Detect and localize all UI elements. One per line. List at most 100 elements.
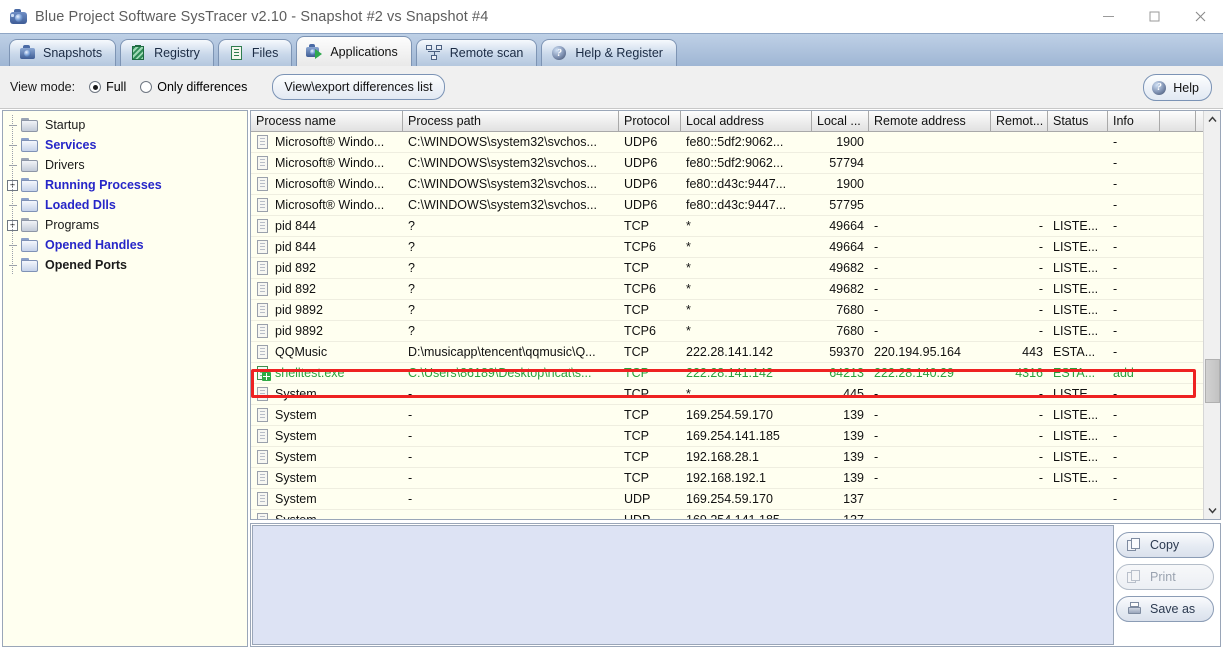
- table-cell: 222.28.140.29: [874, 366, 954, 380]
- column-header[interactable]: Process path: [403, 111, 619, 131]
- column-header[interactable]: Process name: [251, 111, 403, 131]
- maximize-button[interactable]: [1131, 0, 1177, 33]
- column-header[interactable]: Local address: [681, 111, 812, 131]
- table-cell: TCP: [624, 429, 649, 443]
- process-name-text: System: [275, 492, 317, 506]
- help-button[interactable]: ? Help: [1143, 74, 1212, 101]
- table-cell: ?: [408, 261, 415, 275]
- table-row[interactable]: Microsoft® Windo... C:\WINDOWS\system32\s…: [251, 132, 1220, 153]
- tree-item-label: Drivers: [45, 158, 85, 172]
- tab-snapshots[interactable]: Snapshots: [9, 39, 117, 66]
- scroll-down-arrow[interactable]: [1204, 502, 1220, 519]
- tab-help-register[interactable]: ? Help & Register: [541, 39, 677, 66]
- table-row[interactable]: pid 9892? TCP * 7680- - LISTE... -: [251, 300, 1220, 321]
- table-row[interactable]: pid 9892? TCP6 * 7680- - LISTE... -: [251, 321, 1220, 342]
- table-row[interactable]: System - TCP 169.254.141.185 139- - LISTE... -: [251, 426, 1220, 447]
- process-name-text: System: [275, 450, 317, 464]
- table-cell: -: [1038, 408, 1043, 422]
- table-cell: 1900: [836, 135, 864, 149]
- tab-remote-scan[interactable]: Remote scan: [415, 39, 538, 66]
- table-row[interactable]: pid 844? TCP * 49664- - LISTE... -: [251, 216, 1220, 237]
- table-row[interactable]: System - UDP 169.254.141.185 137 -: [251, 510, 1220, 519]
- table-row[interactable]: Microsoft® Windo... C:\WINDOWS\system32\s…: [251, 195, 1220, 216]
- table-cell: fe80::d43c:9447...: [686, 198, 787, 212]
- table-cell: -: [1113, 303, 1118, 317]
- table-row[interactable]: pid 892? TCP6 * 49682- - LISTE... -: [251, 279, 1220, 300]
- table-row[interactable]: System - UDP 169.254.59.170 137 -: [251, 489, 1220, 510]
- column-header[interactable]: Status: [1048, 111, 1108, 131]
- tree-item-drivers[interactable]: Drivers: [3, 155, 247, 175]
- table-row[interactable]: QQMusic D:\musicapp\tencent\qqmusic\Q... T…: [251, 342, 1220, 363]
- camera-icon: [19, 45, 36, 61]
- details-pane: Copy Print Save as: [250, 523, 1221, 647]
- minimize-button[interactable]: [1085, 0, 1131, 33]
- column-header[interactable]: Info: [1108, 111, 1160, 131]
- column-header[interactable]: Remot...: [991, 111, 1048, 131]
- tree-item-opened-handles[interactable]: Opened Handles: [3, 235, 247, 255]
- table-cell: fe80::5df2:9062...: [686, 135, 784, 149]
- table-cell: -: [874, 303, 879, 317]
- table-cell: -: [874, 471, 879, 485]
- save-as-button[interactable]: Save as: [1116, 596, 1214, 622]
- table-cell: System: [251, 491, 403, 507]
- tree-item-loaded-dlls[interactable]: Loaded Dlls: [3, 195, 247, 215]
- radio-only-differences[interactable]: Only differences: [140, 80, 247, 94]
- radio-full[interactable]: Full: [89, 80, 126, 94]
- table-cell: -: [1038, 429, 1043, 443]
- tree-item-running-processes[interactable]: +Running Processes: [3, 175, 247, 195]
- process-name-text: pid 892: [275, 261, 317, 275]
- print-button[interactable]: Print: [1116, 564, 1214, 590]
- table-cell: 169.254.141.185: [686, 429, 780, 443]
- table-cell: pid 9892: [251, 302, 403, 318]
- scroll-up-arrow[interactable]: [1204, 111, 1220, 128]
- table-cell: System: [251, 512, 403, 519]
- tab-files[interactable]: Files: [217, 39, 293, 66]
- process-name-text: Microsoft® Windo...: [275, 156, 385, 170]
- tree-item-label: Programs: [45, 218, 100, 232]
- tree-item-services[interactable]: Services: [3, 135, 247, 155]
- table-cell: pid 892: [251, 281, 403, 297]
- copy-label: Copy: [1150, 538, 1180, 552]
- file-icon: [256, 155, 269, 171]
- table-cell: 1900: [836, 177, 864, 191]
- file-icon: [256, 512, 269, 519]
- file-icon: [256, 281, 269, 297]
- table-cell: 443: [1022, 345, 1043, 359]
- folder-icon: [21, 258, 39, 272]
- table-row[interactable]: System - TCP 192.168.28.1 139- - LISTE... -: [251, 447, 1220, 468]
- column-header[interactable]: [1160, 111, 1196, 131]
- column-header[interactable]: Protocol: [619, 111, 681, 131]
- column-header[interactable]: Remote address: [869, 111, 991, 131]
- column-header[interactable]: Local ...: [812, 111, 869, 131]
- table-row[interactable]: pid 892? TCP * 49682- - LISTE... -: [251, 258, 1220, 279]
- table-cell: 59370: [829, 345, 864, 359]
- printer-icon: [1127, 569, 1143, 585]
- table-cell: Microsoft® Windo...: [251, 134, 403, 150]
- tree-item-startup[interactable]: Startup: [3, 115, 247, 135]
- tree-item-programs[interactable]: +Programs: [3, 215, 247, 235]
- window-controls: [1085, 0, 1223, 33]
- tree-item-opened-ports[interactable]: Opened Ports: [3, 255, 247, 275]
- tab-applications[interactable]: Applications: [296, 36, 412, 66]
- table-row[interactable]: Microsoft® Windo... C:\WINDOWS\system32\s…: [251, 153, 1220, 174]
- table-cell: -: [874, 261, 879, 275]
- table-row[interactable]: Microsoft® Windo... C:\WINDOWS\system32\s…: [251, 174, 1220, 195]
- close-button[interactable]: [1177, 0, 1223, 33]
- table-row[interactable]: System - TCP * 445- - LISTE... -: [251, 384, 1220, 405]
- copy-button[interactable]: Copy: [1116, 532, 1214, 558]
- list-vertical-scrollbar[interactable]: [1203, 111, 1220, 519]
- table-row[interactable]: System - TCP 169.254.59.170 139- - LISTE... -: [251, 405, 1220, 426]
- scrollbar-thumb[interactable]: [1205, 359, 1220, 403]
- table-row[interactable]: System - TCP 192.168.192.1 139- - LISTE... -: [251, 468, 1220, 489]
- table-cell: System: [251, 449, 403, 465]
- table-cell: -: [408, 429, 413, 443]
- table-cell: -: [1113, 198, 1118, 212]
- table-row[interactable]: shelltest.exe C:\Users\86189\Desktop\ncat…: [251, 363, 1220, 384]
- file-icon: [256, 176, 269, 192]
- table-row[interactable]: pid 844? TCP6 * 49664- - LISTE... -: [251, 237, 1220, 258]
- tab-registry[interactable]: Registry: [120, 39, 214, 66]
- view-export-differences-button[interactable]: View\export differences list: [272, 74, 445, 100]
- table-cell: -: [1113, 324, 1118, 338]
- table-cell: ?: [408, 240, 415, 254]
- table-cell: *: [686, 324, 691, 338]
